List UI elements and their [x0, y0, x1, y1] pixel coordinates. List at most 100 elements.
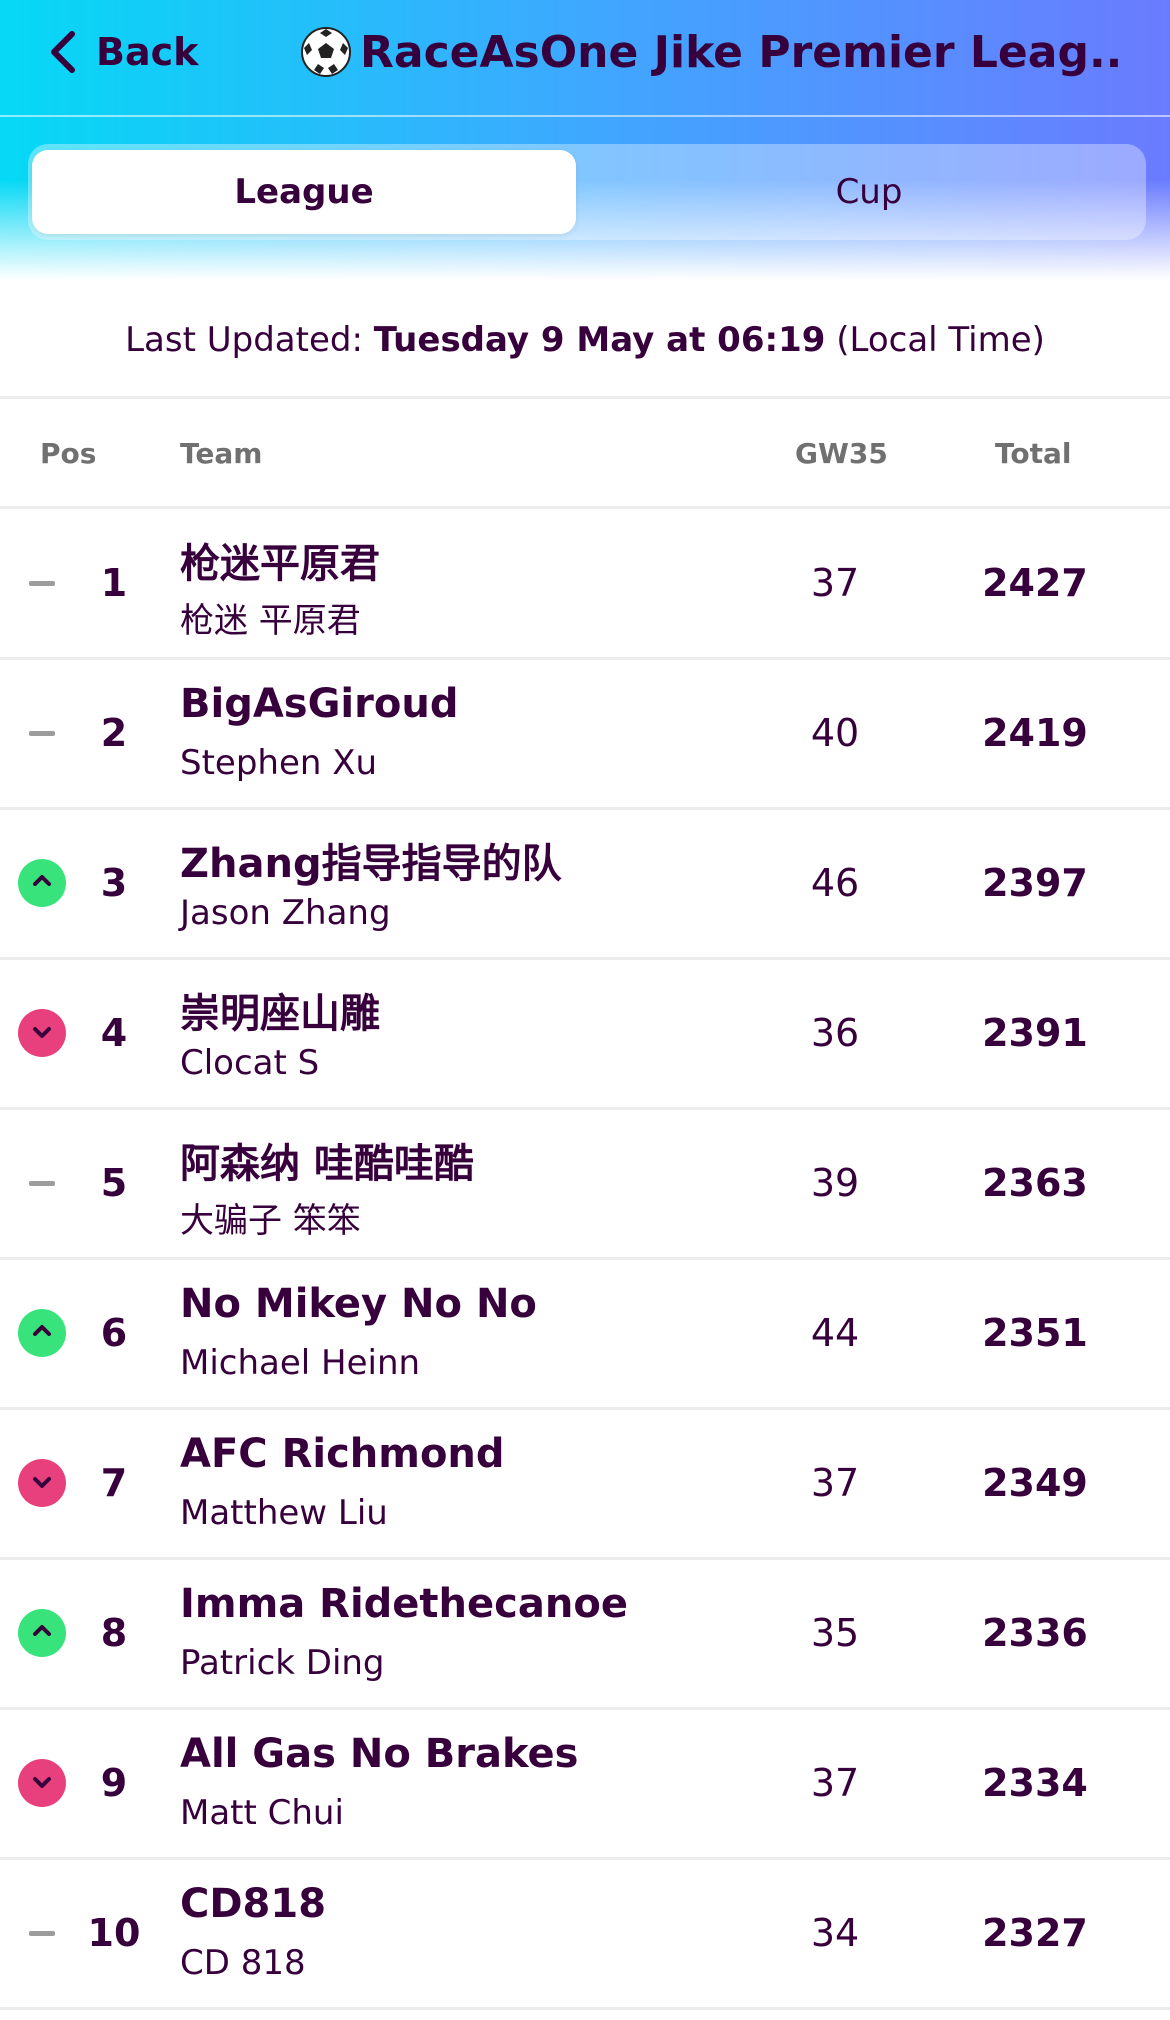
manager-name: 枪迷 平原君	[180, 601, 361, 641]
table-row[interactable]: 5 阿森纳 哇酷哇酷 大骗子 笨笨 39 2363	[0, 1109, 1170, 1260]
total-points: 2363	[982, 1161, 1088, 1205]
movement-indicator	[18, 1309, 66, 1357]
arrow-down-icon	[18, 1009, 66, 1057]
total-points: 2351	[982, 1311, 1088, 1355]
gameweek-points: 37	[810, 561, 860, 605]
team-name: 阿森纳 哇酷哇酷	[180, 1141, 474, 1187]
rank: 2	[100, 711, 128, 755]
rank: 6	[100, 1311, 128, 1355]
team-name: All Gas No Brakes	[180, 1731, 579, 1777]
rank: 4	[100, 1011, 128, 1055]
table-row[interactable]: 10 CD818 CD 818 34 2327	[0, 1859, 1170, 2010]
team-name: 枪迷平原君	[180, 541, 380, 587]
total-points: 2334	[982, 1761, 1088, 1805]
movement-indicator	[18, 559, 66, 607]
column-header-gw: GW35	[795, 436, 888, 470]
manager-name: Michael Heinn	[180, 1343, 421, 1383]
table-row[interactable]: 3 Zhang指导指导的队 Jason Zhang 46 2397	[0, 809, 1170, 960]
no-change-icon	[29, 580, 55, 586]
rank: 8	[100, 1611, 128, 1655]
movement-indicator	[18, 1609, 66, 1657]
tab-cup[interactable]: Cup	[596, 150, 1142, 234]
team-name: Zhang指导指导的队	[180, 841, 562, 887]
team-name: BigAsGiroud	[180, 681, 459, 727]
rank: 9	[100, 1761, 128, 1805]
table-row[interactable]: 8 Imma Ridethecanoe Patrick Ding 35 2336	[0, 1559, 1170, 1710]
movement-indicator	[18, 1159, 66, 1207]
manager-name: Matthew Liu	[180, 1493, 388, 1533]
total-points: 2349	[982, 1461, 1088, 1505]
table-row[interactable]: 7 AFC Richmond Matthew Liu 37 2349	[0, 1409, 1170, 1560]
movement-indicator	[18, 1759, 66, 1807]
movement-indicator	[18, 1459, 66, 1507]
rank: 3	[100, 861, 128, 905]
manager-name: Stephen Xu	[180, 743, 378, 783]
team-name: 崇明座山雕	[180, 991, 380, 1037]
table-header: Pos Team GW35 Total	[0, 400, 1170, 506]
manager-name: Matt Chui	[180, 1793, 344, 1833]
divider	[0, 396, 1170, 399]
column-header-total: Total	[995, 436, 1072, 470]
last-updated-suffix: (Local Time)	[825, 320, 1045, 360]
team-name: No Mikey No No	[180, 1281, 537, 1327]
table-row[interactable]: 9 All Gas No Brakes Matt Chui 37 2334	[0, 1709, 1170, 1860]
no-change-icon	[29, 1180, 55, 1186]
league-title: RaceAsOne Jike Premier Leag...	[360, 26, 1120, 78]
gameweek-points: 44	[810, 1311, 860, 1355]
team-name: CD818	[180, 1881, 327, 1927]
gameweek-points: 35	[810, 1611, 860, 1655]
gameweek-points: 46	[810, 861, 860, 905]
manager-name: Patrick Ding	[180, 1643, 385, 1683]
header-divider	[0, 115, 1170, 117]
back-label: Back	[96, 30, 199, 74]
arrow-down-icon	[18, 1459, 66, 1507]
total-points: 2336	[982, 1611, 1088, 1655]
gameweek-points: 37	[810, 1761, 860, 1805]
manager-name: Clocat S	[180, 1043, 320, 1083]
table-row[interactable]: 2 BigAsGiroud Stephen Xu 40 2419	[0, 659, 1170, 810]
last-updated-prefix: Last Updated:	[125, 320, 374, 360]
team-name: Imma Ridethecanoe	[180, 1581, 628, 1627]
manager-name: CD 818	[180, 1943, 306, 1983]
table-row[interactable]: 4 崇明座山雕 Clocat S 36 2391	[0, 959, 1170, 1110]
movement-indicator	[18, 1909, 66, 1957]
last-updated: Last Updated: Tuesday 9 May at 06:19 (Lo…	[0, 320, 1170, 360]
arrow-down-icon	[18, 1759, 66, 1807]
gameweek-points: 34	[810, 1911, 860, 1955]
no-change-icon	[29, 1930, 55, 1936]
manager-name: Jason Zhang	[180, 893, 391, 933]
table-row[interactable]: 1 枪迷平原君 枪迷 平原君 37 2427	[0, 509, 1170, 660]
column-header-pos: Pos	[40, 436, 97, 470]
movement-indicator	[18, 709, 66, 757]
gameweek-points: 37	[810, 1461, 860, 1505]
arrow-up-icon	[18, 1609, 66, 1657]
total-points: 2391	[982, 1011, 1088, 1055]
total-points: 2327	[982, 1911, 1088, 1955]
rank: 10	[87, 1911, 141, 1955]
last-updated-value: Tuesday 9 May at 06:19	[373, 320, 826, 360]
arrow-up-icon	[18, 1309, 66, 1357]
total-points: 2397	[982, 861, 1088, 905]
tab-bar: League Cup	[28, 144, 1146, 240]
rank: 1	[100, 561, 128, 605]
total-points: 2427	[982, 561, 1088, 605]
arrow-up-icon	[18, 859, 66, 907]
page-title: RaceAsOne Jike Premier Leag...	[300, 22, 1120, 82]
back-button[interactable]: Back	[44, 22, 198, 82]
movement-indicator	[18, 859, 66, 907]
rank: 5	[100, 1161, 128, 1205]
team-name: AFC Richmond	[180, 1431, 505, 1477]
top-bar: Back RaceAsOne Jike Premier Leag...	[0, 0, 1170, 110]
no-change-icon	[29, 730, 55, 736]
gameweek-points: 40	[810, 711, 860, 755]
gameweek-points: 36	[810, 1011, 860, 1055]
manager-name: 大骗子 笨笨	[180, 1201, 361, 1241]
tab-league[interactable]: League	[32, 150, 576, 234]
table-row[interactable]: 6 No Mikey No No Michael Heinn 44 2351	[0, 1259, 1170, 1410]
gameweek-points: 39	[810, 1161, 860, 1205]
chevron-left-icon	[44, 29, 82, 75]
soccer-ball-icon	[300, 26, 352, 78]
total-points: 2419	[982, 711, 1088, 755]
movement-indicator	[18, 1009, 66, 1057]
column-header-team: Team	[180, 436, 263, 470]
